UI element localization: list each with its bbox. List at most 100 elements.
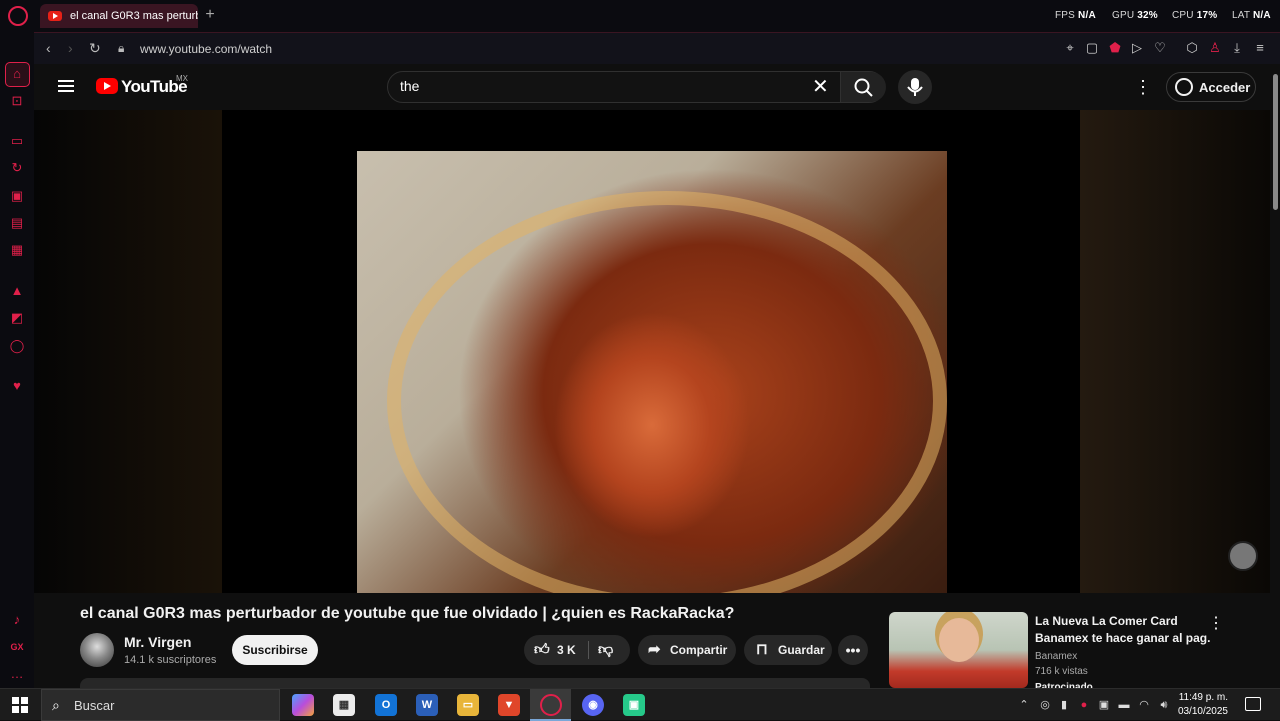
channel-name[interactable]: Mr. Virgen	[124, 634, 191, 650]
search-icon	[854, 78, 873, 97]
word-icon[interactable]: W	[416, 694, 438, 716]
ad-thumbnail[interactable]	[889, 612, 1028, 688]
ad-sponsored-badge: Patrocinado	[1035, 682, 1093, 688]
settings-kebab-icon[interactable]: ⋮	[1134, 77, 1152, 97]
reload-icon[interactable]: ↻	[89, 40, 101, 57]
discord-icon[interactable]: ◉	[582, 694, 604, 716]
profile-icon[interactable]: ♙	[1208, 41, 1222, 55]
ad-title[interactable]: La Nueva La Comer Card Banamex te hace g…	[1035, 613, 1211, 647]
more-actions-button[interactable]: •••	[838, 635, 868, 665]
url-field[interactable]: www.youtube.com/watch	[140, 42, 272, 56]
save-label: Guardar	[778, 643, 825, 657]
whatsapp-icon[interactable]: ◯	[9, 338, 25, 354]
windows-taskbar: ⌕ Buscar ▦ O W ▭ ▼ ◉ ▣ ⌃ ◎ ▮ ● ▣ ▬ ◠ 🔊︎ …	[0, 688, 1280, 721]
tray-app-icon-3[interactable]: ▣	[1097, 698, 1111, 712]
copilot-icon[interactable]	[292, 694, 314, 716]
easy-setup-icon[interactable]: ≡	[1253, 41, 1267, 55]
flow-send-icon[interactable]: ▷	[1130, 41, 1144, 55]
windows-start-icon[interactable]	[12, 697, 28, 713]
tray-chevron-icon[interactable]: ⌃	[1017, 698, 1031, 712]
video-frame-image[interactable]	[357, 151, 947, 593]
tray-battery-icon[interactable]: ▬	[1117, 698, 1131, 712]
file-explorer-icon[interactable]: ▭	[457, 694, 479, 716]
gamebar-app-icon[interactable]: ▣	[623, 694, 645, 716]
save-button[interactable]: ⊓ Guardar	[744, 635, 832, 665]
twitch-icon[interactable]: ◩	[9, 310, 25, 326]
back-icon[interactable]: ‹	[46, 40, 51, 56]
signin-label: Acceder	[1199, 79, 1251, 95]
video-title: el canal G0R3 mas perturbador de youtube…	[80, 605, 735, 622]
like-dislike-pill: 👍︎ 3 K 👎︎	[524, 635, 630, 665]
hw-cpu: CPU 17%	[1172, 10, 1218, 21]
downloads-icon[interactable]: ⤓	[1230, 41, 1244, 55]
subscribe-button[interactable]: Suscribirse	[232, 635, 318, 665]
opera-gx-logo-icon[interactable]	[8, 6, 28, 26]
gx-corner-icon[interactable]: ▭	[9, 133, 25, 149]
brave-icon[interactable]: ▼	[498, 694, 520, 716]
notifications-icon[interactable]	[1245, 697, 1261, 711]
video-metadata: el canal G0R3 mas perturbador de youtube…	[34, 593, 1270, 688]
voice-search-button[interactable]	[898, 70, 932, 104]
dislike-icon[interactable]: 👎︎	[598, 635, 613, 665]
adblock-shield-icon[interactable]: ⬟	[1108, 41, 1122, 55]
tray-app-icon-1[interactable]: ◎	[1038, 698, 1052, 712]
ad-brand: Banamex	[1035, 651, 1078, 662]
tray-opera-icon[interactable]: ●	[1077, 698, 1091, 712]
youtube-logo-icon[interactable]	[96, 78, 118, 94]
heart-icon[interactable]: ♥	[9, 378, 25, 394]
subscriber-count: 14.1 k suscriptores	[124, 654, 217, 666]
ad-title-line-2: Banamex te hace ganar al pag...	[1035, 631, 1211, 645]
search-input[interactable]	[400, 78, 800, 94]
tiktok-icon[interactable]: ♪	[9, 612, 25, 628]
store-icon[interactable]: ▦	[333, 694, 355, 716]
tray-volume-icon[interactable]: 🔊︎	[1157, 698, 1171, 712]
new-tab-button[interactable]: +	[203, 6, 217, 24]
clock-time: 11:49 p. m.	[1178, 692, 1228, 703]
lock-icon[interactable]: 🔒︎	[118, 41, 124, 56]
like-count[interactable]: 3 K	[557, 635, 576, 665]
forward-icon[interactable]: ›	[68, 40, 73, 56]
search-button[interactable]	[840, 72, 886, 102]
player-icon[interactable]: ▤	[9, 215, 25, 231]
outlook-icon[interactable]: O	[375, 694, 397, 716]
channel-watermark-avatar[interactable]	[1228, 541, 1258, 571]
more-icon[interactable]: …	[9, 666, 25, 682]
twitch-drops-icon[interactable]: ▣	[9, 188, 25, 204]
gx-control-icon[interactable]: GX	[9, 639, 25, 655]
taskbar-search[interactable]: ⌕ Buscar	[41, 689, 280, 721]
opera-gx-taskbar-icon[interactable]	[540, 694, 562, 716]
scrollbar-thumb[interactable]	[1273, 74, 1278, 210]
ad-menu-icon[interactable]: ⋮	[1208, 613, 1224, 633]
page-scrollbar[interactable]	[1270, 64, 1280, 688]
share-label: Compartir	[670, 643, 728, 657]
share-button[interactable]: ➦ Compartir	[638, 635, 736, 665]
pin-icon[interactable]: ⌖	[1063, 41, 1077, 55]
aria-icon[interactable]: ▲	[9, 283, 25, 299]
home-icon[interactable]: ⌂	[9, 66, 25, 82]
bookmark-heart-icon[interactable]: ♡	[1153, 41, 1167, 55]
youtube-header: YouTube MX ✕ ⋮ Acceder	[34, 64, 1270, 110]
signin-button[interactable]: Acceder	[1166, 72, 1256, 102]
channel-avatar[interactable]	[80, 633, 114, 667]
messenger-icon[interactable]: ▦	[9, 242, 25, 258]
hw-gpu: GPU 32%	[1112, 10, 1158, 21]
gamepad-icon[interactable]: ⊡	[9, 93, 25, 109]
ambient-glow-left	[34, 110, 222, 593]
video-player[interactable]	[34, 110, 1270, 593]
ad-title-line-1: La Nueva La Comer Card	[1035, 614, 1178, 628]
speed-dial-icon[interactable]: ↻	[9, 160, 25, 176]
menu-icon[interactable]	[58, 80, 74, 92]
browser-tab-active[interactable]: el canal G0R3 mas perturbador de youtube…	[40, 4, 198, 28]
extensions-icon[interactable]: ⬡	[1185, 41, 1199, 55]
taskbar-clock[interactable]: 11:49 p. m. 03/10/2025	[1170, 691, 1228, 719]
video-frame-detail	[387, 191, 947, 593]
clear-search-icon[interactable]: ✕	[812, 77, 829, 97]
tray-network-icon[interactable]: ◠	[1137, 698, 1151, 712]
description-box[interactable]	[80, 678, 870, 688]
snapshot-icon[interactable]: ▢	[1085, 41, 1099, 55]
tray-app-icon-2[interactable]: ▮	[1057, 698, 1071, 712]
tab-title: el canal G0R3 mas perturbador de youtube…	[70, 10, 198, 22]
like-divider	[588, 641, 589, 659]
like-icon[interactable]: 👍︎	[534, 635, 550, 665]
account-icon	[1175, 78, 1193, 96]
